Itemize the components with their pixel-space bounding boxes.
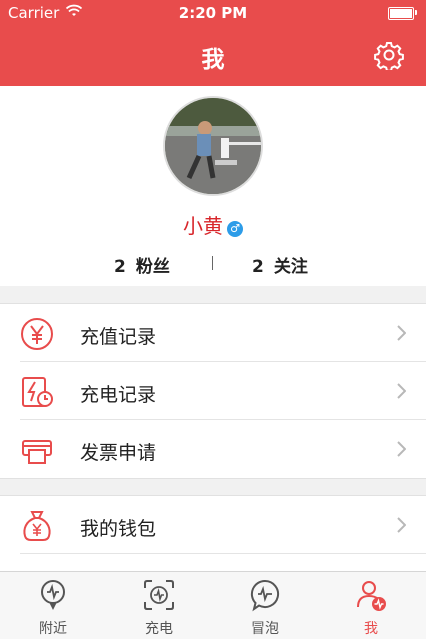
nearby-pin-icon: [41, 580, 65, 610]
following-stat[interactable]: 2 关注: [252, 252, 308, 277]
tab-bar: 附近 充电 冒泡 我: [0, 571, 426, 639]
chevron-right-icon: [397, 517, 406, 533]
tab-charge[interactable]: 充电: [106, 572, 212, 639]
chevron-right-icon: [397, 383, 406, 399]
status-bar: Carrier 2:20 PM: [0, 0, 426, 26]
menu-label: 我的钱包: [80, 518, 157, 540]
menu-group-records: 充值记录 充电记录 发票申请: [0, 303, 426, 479]
menu-item-recharge-records[interactable]: 充值记录: [0, 304, 426, 362]
row-separator: [20, 553, 426, 554]
menu-label: 充值记录: [80, 326, 157, 348]
following-label: 关注: [273, 257, 308, 277]
following-count: 2: [252, 257, 264, 277]
wallet-bag-icon: [23, 511, 51, 541]
follow-stats: 2 粉丝 2 关注: [0, 252, 426, 277]
status-time: 2:20 PM: [178, 4, 248, 22]
chevron-right-icon: [397, 325, 406, 341]
tab-nearby[interactable]: 附近: [0, 572, 106, 639]
menu-label: 发票申请: [80, 442, 157, 464]
tab-label: 附近: [39, 621, 67, 637]
username-row: 小黄 ♂: [0, 210, 426, 239]
profile-card: 小黄 ♂ 2 粉丝 2 关注: [0, 86, 426, 286]
fans-stat[interactable]: 2 粉丝: [114, 252, 170, 277]
avatar[interactable]: [163, 96, 263, 196]
bubble-chat-icon: [250, 579, 280, 612]
gear-icon[interactable]: [374, 40, 404, 72]
chevron-right-icon: [397, 441, 406, 457]
tab-me[interactable]: 我: [318, 572, 424, 639]
charge-scan-icon: [144, 580, 174, 610]
fans-label: 粉丝: [135, 257, 170, 277]
page-title: 我: [201, 47, 225, 73]
user-profile-icon: [357, 581, 386, 611]
yuan-coin-icon: [21, 318, 53, 350]
tab-label: 冒泡: [251, 621, 279, 637]
battery-tip: [415, 10, 417, 15]
charge-history-icon: [22, 377, 53, 407]
tab-label: 我: [364, 621, 378, 637]
male-gender-icon: ♂: [227, 220, 243, 237]
printer-icon: [22, 440, 52, 464]
tab-label: 充电: [145, 621, 173, 637]
username: 小黄: [183, 214, 223, 238]
menu-label: 充电记录: [80, 384, 157, 406]
tab-bubble[interactable]: 冒泡: [212, 572, 318, 639]
app-header: Carrier 2:20 PM 我: [0, 0, 426, 86]
battery-icon: [388, 7, 414, 20]
menu-item-my-wallet[interactable]: 我的钱包: [0, 496, 426, 554]
menu-item-charge-records[interactable]: 充电记录: [0, 362, 426, 420]
fans-count: 2: [114, 257, 126, 277]
stats-divider: [212, 256, 213, 270]
menu-item-invoice-request[interactable]: 发票申请: [0, 420, 426, 478]
